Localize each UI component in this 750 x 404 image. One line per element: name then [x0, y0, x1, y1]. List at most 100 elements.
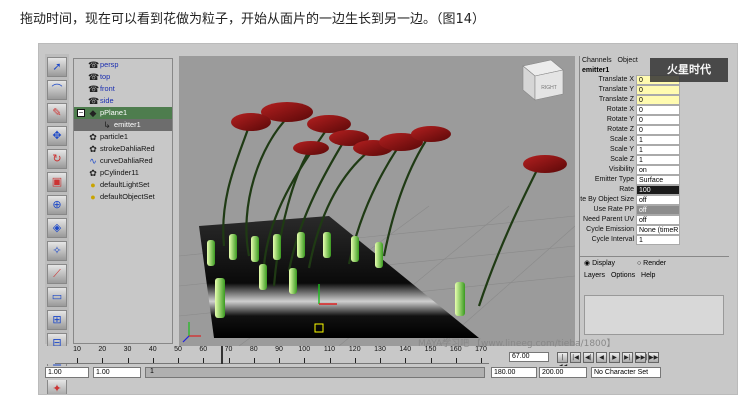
radio-display[interactable]: ◉ Display — [584, 260, 625, 267]
end-time-field[interactable]: 200.00 — [539, 367, 587, 378]
menu-layers[interactable]: Layers — [584, 272, 605, 279]
viewport-scene: RIGHT — [179, 59, 575, 346]
lattice-icon[interactable]: ⟋ — [47, 264, 67, 284]
channel-value[interactable]: 1 — [636, 155, 680, 165]
outliner-item[interactable]: ∿ curveDahliaRed — [74, 155, 172, 167]
channel-label[interactable]: Scale Z — [580, 155, 636, 165]
channel-label[interactable]: Translate Z — [580, 95, 636, 105]
playback-button-0[interactable]: |◀◀ — [557, 352, 568, 370]
maya-logo-icon[interactable]: ✦ — [47, 379, 67, 394]
character-set-menu[interactable]: No Character Set — [591, 367, 661, 378]
channel-value[interactable]: 0 — [636, 125, 680, 135]
channel-label[interactable]: Use Rate PP — [580, 205, 636, 215]
current-time-marker[interactable] — [220, 346, 223, 364]
channel-value[interactable]: None (timeR — [636, 225, 680, 235]
channel-value[interactable]: 1 — [636, 145, 680, 155]
channel-row: te By Object Size off — [580, 195, 729, 205]
outliner-item[interactable]: ● defaultLightSet — [74, 179, 172, 191]
show-manip-icon[interactable]: ✧ — [47, 241, 67, 261]
playback-button-3[interactable]: ◀ — [596, 352, 607, 363]
playback-button-2[interactable]: ◀| — [583, 352, 594, 363]
channel-label[interactable]: Emitter Type — [580, 175, 636, 185]
channel-label[interactable]: Scale Y — [580, 145, 636, 155]
playback-button-7[interactable]: ▶▶ — [648, 352, 659, 363]
channel-value[interactable]: 0 — [636, 115, 680, 125]
maya-window: ➚⌒✎✥↻▣⊕◈✧⟋▭⊞⊟☰✦ ☎persp☎top☎front☎side−◆p… — [38, 43, 738, 395]
outliner-item[interactable]: ☎ top — [74, 71, 172, 83]
start-time-field[interactable]: 1.00 — [45, 367, 89, 378]
lasso-tool-icon[interactable]: ⌒ — [47, 80, 67, 100]
plane-mesh[interactable] — [199, 216, 479, 338]
channel-label[interactable]: Scale X — [580, 135, 636, 145]
scale-tool-icon[interactable]: ▣ — [47, 172, 67, 192]
single-view-icon[interactable]: ▭ — [47, 287, 67, 307]
soft-mod-icon[interactable]: ◈ — [47, 218, 67, 238]
channel-label[interactable]: Rotate Y — [580, 115, 636, 125]
channel-label[interactable]: te By Object Size — [580, 195, 636, 205]
channel-value[interactable]: 100 — [636, 185, 680, 195]
outliner-item-label: front — [100, 84, 115, 93]
channel-value[interactable]: off — [636, 205, 680, 215]
perspective-viewport[interactable]: RIGHT — [179, 56, 575, 346]
channel-row: Need Parent UV off — [580, 215, 729, 225]
rotate-tool-icon[interactable]: ↻ — [47, 149, 67, 169]
channel-value[interactable]: on — [636, 165, 680, 175]
channel-row: Cycle Interval 1 — [580, 235, 729, 245]
menu-options[interactable]: Options — [611, 272, 635, 279]
outliner-item-label: persp — [100, 60, 119, 69]
playback-button-4[interactable]: ▶ — [609, 352, 620, 363]
outliner-item[interactable]: ✿ particle1 — [74, 131, 172, 143]
select-tool-icon[interactable]: ➚ — [47, 57, 67, 77]
channel-value[interactable]: 1 — [636, 135, 680, 145]
current-frame-field[interactable]: 67.00 — [509, 352, 549, 362]
channel-label[interactable]: Rotate X — [580, 105, 636, 115]
outliner-item[interactable]: ☎ side — [74, 95, 172, 107]
manipulator-icon[interactable]: ⊕ — [47, 195, 67, 215]
playback-button-5[interactable]: ▶| — [622, 352, 633, 363]
radio-render[interactable]: ○ Render — [637, 260, 676, 267]
channel-label[interactable]: Translate X — [580, 75, 636, 85]
outliner-item[interactable]: ● defaultObjectSet — [74, 191, 172, 203]
range-bar[interactable]: 1 — [145, 367, 485, 378]
playback-button-6[interactable]: ▶▶| — [635, 352, 647, 363]
channel-label[interactable]: Visibility — [580, 165, 636, 175]
outliner-item[interactable]: ✿ strokeDahliaRed — [74, 143, 172, 155]
channel-value[interactable]: 0 — [636, 95, 680, 105]
channel-value[interactable]: off — [636, 195, 680, 205]
ruler-tick-label: 90 — [275, 346, 283, 353]
outliner-item[interactable]: ↳ emitter1 — [74, 119, 172, 131]
layer-list[interactable] — [584, 295, 724, 335]
view-cube[interactable]: RIGHT — [522, 59, 564, 101]
channel-label[interactable]: Rate — [580, 185, 636, 195]
channel-label[interactable]: Cycle Interval — [580, 235, 636, 245]
outliner-item[interactable]: ☎ persp — [74, 59, 172, 71]
expand-toggle[interactable]: − — [77, 109, 85, 117]
playback-start-field[interactable]: 1.00 — [93, 367, 141, 378]
channel-label[interactable]: Need Parent UV — [580, 215, 636, 225]
particle-icon: ✿ — [89, 132, 97, 142]
playback-end-field[interactable]: 180.00 — [491, 367, 537, 378]
channel-value[interactable]: 0 — [636, 105, 680, 115]
playback-button-1[interactable]: |◀ — [570, 352, 581, 363]
camera-icon: ☎ — [88, 96, 100, 106]
channel-label[interactable]: Rotate Z — [580, 125, 636, 135]
four-view-icon[interactable]: ⊞ — [47, 310, 67, 330]
menu-help[interactable]: Help — [641, 272, 655, 279]
channel-label[interactable]: Cycle Emission — [580, 225, 636, 235]
outliner-item-label: top — [100, 72, 111, 81]
tab-object[interactable]: Object — [618, 57, 638, 64]
channel-label[interactable]: Translate Y — [580, 85, 636, 95]
outliner-item[interactable]: ✿ pCylinder11 — [74, 167, 172, 179]
time-slider[interactable]: 10 20 30 40 50 60 70 80 90 100 110 120 130 140 150 160 1… — [45, 346, 733, 370]
outliner-item[interactable]: − ◆ pPlane1 — [74, 107, 172, 119]
channel-value[interactable]: 1 — [636, 235, 680, 245]
tab-channels[interactable]: Channels — [582, 57, 612, 64]
channel-row: Scale Z1 — [580, 155, 729, 165]
outliner-item[interactable]: ☎ front — [74, 83, 172, 95]
channel-value[interactable]: off — [636, 215, 680, 225]
view-cube-label: RIGHT — [541, 85, 557, 91]
paint-select-icon[interactable]: ✎ — [47, 103, 67, 123]
channel-value[interactable]: Surface — [636, 175, 680, 185]
channel-value[interactable]: 0 — [636, 85, 680, 95]
move-tool-icon[interactable]: ✥ — [47, 126, 67, 146]
